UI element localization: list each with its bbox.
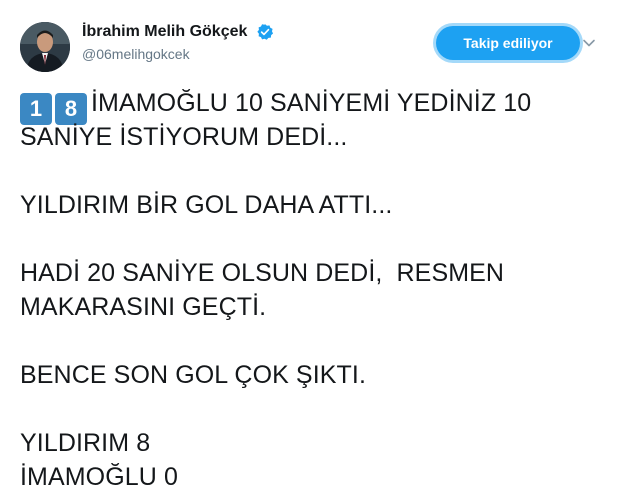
- tweet-header: İbrahim Melih Gökçek @06melihgokcek Taki…: [20, 14, 610, 74]
- tweet-line-8: İMAMOĞLU 0: [20, 463, 178, 491]
- tweet-text: 1 8 İMAMOĞLU 10 SANİYEMİ YEDİNİZ 10 SANİYE…: [20, 86, 600, 494]
- display-name[interactable]: İbrahim Melih Gökçek: [82, 22, 247, 42]
- author-names: İbrahim Melih Gökçek @06melihgokcek: [82, 22, 274, 63]
- tweet-card: İbrahim Melih Gökçek @06melihgokcek Taki…: [0, 0, 620, 491]
- author-handle[interactable]: @06melihgokcek: [82, 45, 274, 63]
- tweet-line-7: YILDIRIM 8: [20, 429, 151, 457]
- tweet-line-4: HADİ 20 SANİYE OLSUN DEDİ, RESMEN: [20, 259, 505, 287]
- verified-badge-icon: [256, 23, 274, 41]
- chevron-down-icon[interactable]: [582, 36, 596, 50]
- tweet-line-2: SANİYE İSTİYORUM DEDİ...: [20, 123, 348, 151]
- tweet-line-5: MAKARASINI GEÇTİ.: [20, 293, 267, 321]
- tweet-line-1: 1 8 İMAMOĞLU 10 SANİYEMİ YEDİNİZ 10: [20, 86, 600, 125]
- avatar[interactable]: [20, 22, 70, 72]
- avatar-image: [20, 22, 70, 72]
- following-button[interactable]: Takip ediliyor: [436, 26, 580, 60]
- tweet-line-1-text: İMAMOĞLU 10 SANİYEMİ YEDİNİZ 10: [91, 89, 532, 117]
- tweet-line-3: YILDIRIM BİR GOL DAHA ATTI...: [20, 191, 393, 219]
- tweet-line-6: BENCE SON GOL ÇOK ŞIKTI.: [20, 361, 366, 389]
